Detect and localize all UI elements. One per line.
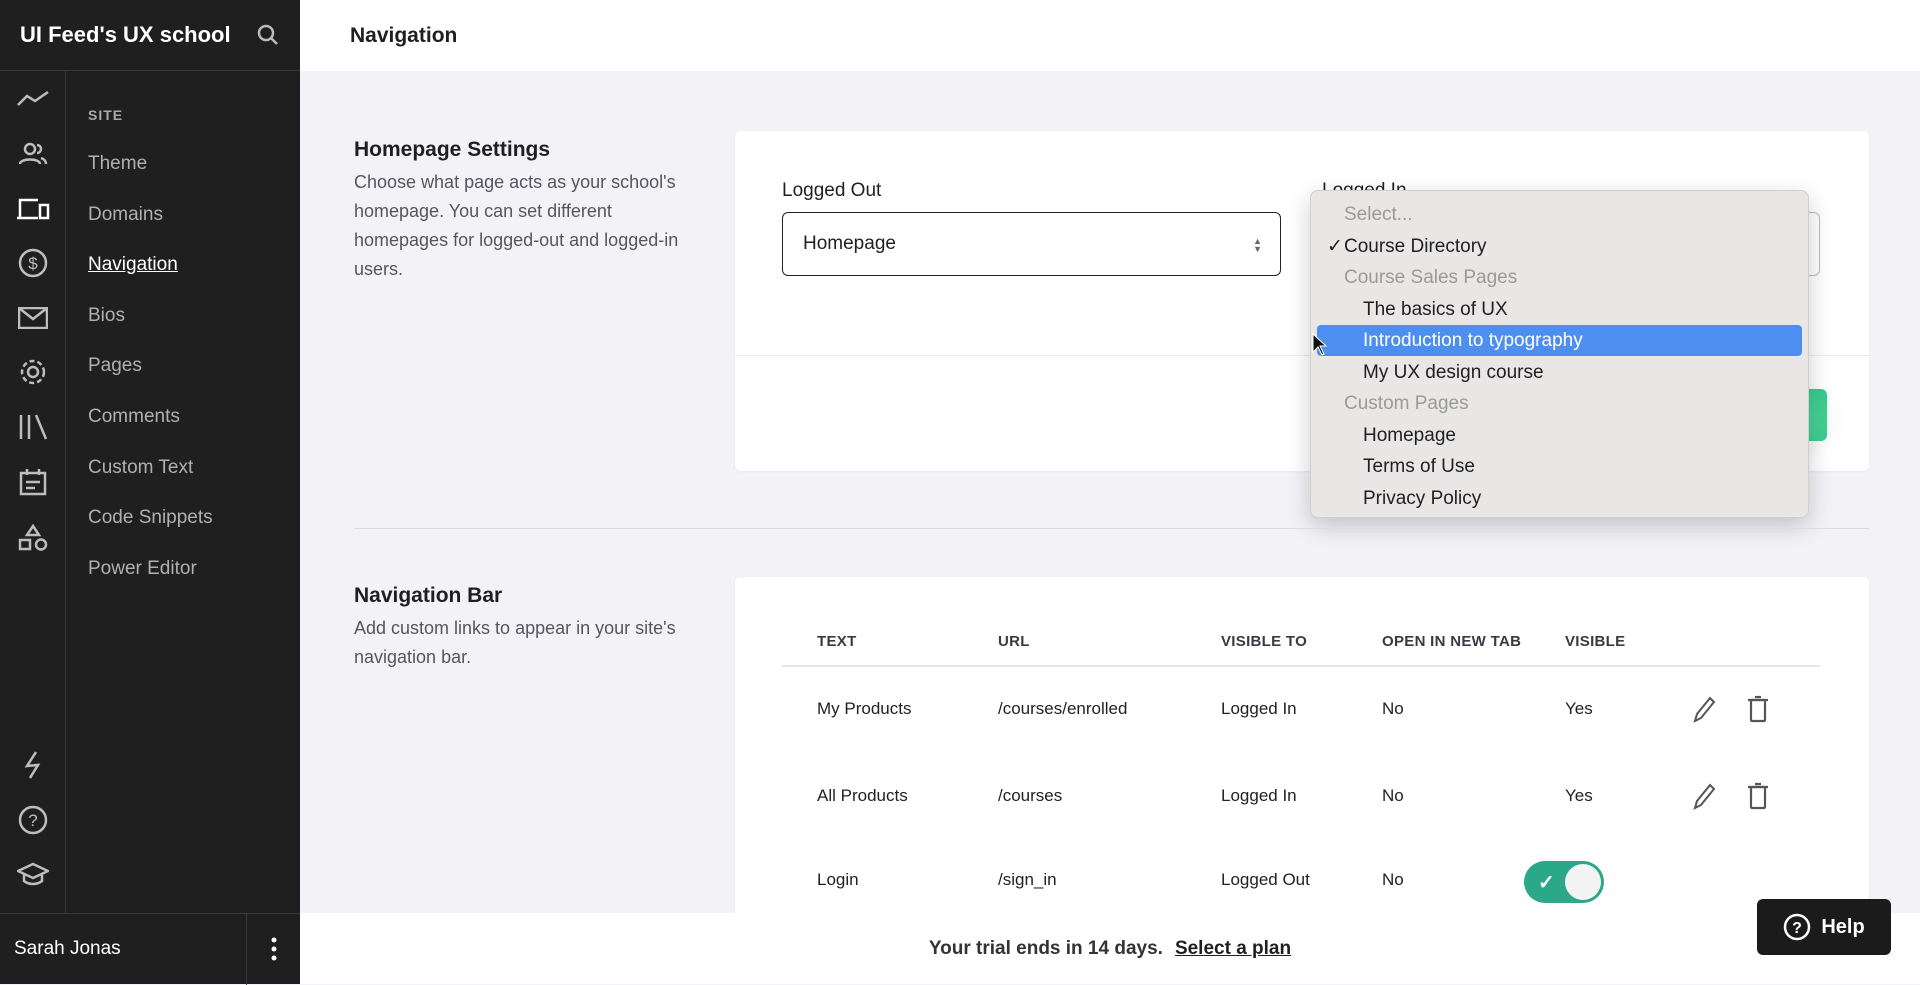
sidebar-item-comments[interactable]: Comments	[88, 406, 180, 428]
sidebar-item-theme[interactable]: Theme	[88, 153, 147, 175]
sidebar-item-pages[interactable]: Pages	[88, 355, 142, 377]
shapes-icon[interactable]	[15, 520, 51, 556]
select-arrows-icon: ▲ ▼	[1253, 236, 1262, 254]
calendar-icon[interactable]	[15, 464, 51, 500]
icon-rail: $ ?	[0, 71, 66, 913]
help-icon[interactable]: ?	[15, 802, 51, 838]
page-title: Navigation	[300, 0, 1920, 71]
sidebar: UI Feed's UX school $ ? SITE Theme Domai…	[0, 0, 300, 985]
cell-text: My Products	[817, 699, 912, 718]
analytics-icon[interactable]	[15, 81, 51, 117]
sidebar-item-domains[interactable]: Domains	[88, 204, 163, 226]
help-button[interactable]: ? Help	[1757, 899, 1891, 955]
column-url: URL	[998, 633, 1030, 650]
option-my-ux-design-course[interactable]: My UX design course	[1317, 357, 1802, 388]
cell-text: Login	[817, 870, 859, 889]
navigation-bar-title: Navigation Bar	[354, 584, 503, 607]
users-icon[interactable]	[15, 136, 51, 172]
check-icon: ✓	[1538, 872, 1555, 894]
trial-text: Your trial ends in 14 days.	[928, 937, 1163, 959]
lightning-icon[interactable]	[15, 747, 51, 783]
option-basics-of-ux[interactable]: The basics of UX	[1317, 294, 1802, 325]
logged-out-select[interactable]: Homepage ▲ ▼	[782, 212, 1281, 276]
sidebar-item-navigation[interactable]: Navigation	[88, 254, 178, 276]
cell-visible-to: Logged In	[1221, 786, 1297, 805]
cell-url: /courses/enrolled	[998, 699, 1128, 718]
homepage-settings-description: Choose what page acts as your school's h…	[354, 172, 679, 279]
table-header-divider	[782, 665, 1820, 667]
cell-url: /courses	[998, 786, 1063, 805]
option-homepage[interactable]: Homepage	[1317, 420, 1802, 451]
sidebar-header: UI Feed's UX school	[0, 0, 300, 71]
sidebar-item-bios[interactable]: Bios	[88, 305, 125, 327]
help-icon: ?	[1784, 913, 1811, 941]
section-divider	[354, 528, 1869, 529]
select-plan-link[interactable]: Select a plan	[1175, 938, 1291, 960]
help-label: Help	[1821, 915, 1865, 938]
devices-icon[interactable]	[15, 191, 51, 227]
cell-text: All Products	[817, 786, 908, 805]
edit-icon[interactable]	[1691, 695, 1717, 723]
cell-visible-to: Logged Out	[1221, 870, 1310, 889]
more-options-icon[interactable]	[246, 913, 300, 985]
search-icon[interactable]	[256, 23, 280, 47]
svg-text:?: ?	[1792, 920, 1802, 937]
option-introduction-to-typography[interactable]: Introduction to typography	[1317, 325, 1802, 356]
group-course-sales-pages: Course Sales Pages	[1344, 266, 1518, 288]
cell-visible-to: Logged In	[1221, 699, 1297, 718]
sidebar-item-custom-text[interactable]: Custom Text	[88, 457, 193, 479]
column-open-in-new-tab: OPEN IN NEW TAB	[1382, 633, 1522, 650]
school-title: UI Feed's UX school	[20, 22, 231, 47]
cell-new-tab: No	[1382, 786, 1404, 805]
user-bar: Sarah Jonas	[0, 913, 300, 985]
logged-out-value: Homepage	[803, 233, 896, 254]
logged-in-dropdown: Select... ✓ Course Directory Course Sales…	[1310, 190, 1809, 518]
svg-text:?: ?	[28, 811, 37, 830]
submenu-heading: SITE	[88, 107, 124, 123]
cell-visible: Yes	[1565, 699, 1593, 718]
trial-banner: Your trial ends in 14 days. Select a pla…	[300, 913, 1920, 984]
check-icon: ✓	[1327, 236, 1343, 257]
column-visible: VISIBLE	[1565, 633, 1626, 650]
toggle-knob	[1565, 864, 1601, 900]
cell-new-tab: No	[1382, 870, 1404, 889]
column-text: TEXT	[817, 633, 857, 650]
group-custom-pages: Custom Pages	[1344, 392, 1469, 414]
sidebar-item-code-snippets[interactable]: Code Snippets	[88, 507, 213, 529]
cell-url: /sign_in	[998, 870, 1057, 889]
option-terms-of-use[interactable]: Terms of Use	[1317, 451, 1802, 482]
cell-new-tab: No	[1382, 699, 1404, 718]
logged-out-label: Logged Out	[782, 180, 882, 201]
gear-icon[interactable]	[15, 354, 51, 390]
option-placeholder[interactable]: Select...	[1317, 199, 1802, 230]
mouse-cursor-icon	[1312, 333, 1328, 356]
column-visible-to: VISIBLE TO	[1221, 633, 1308, 650]
user-name[interactable]: Sarah Jonas	[0, 938, 246, 960]
trash-icon[interactable]	[1747, 695, 1769, 723]
graduation-cap-icon[interactable]	[15, 856, 51, 892]
cell-visible: Yes	[1565, 786, 1593, 805]
option-privacy-policy[interactable]: Privacy Policy	[1317, 483, 1802, 514]
mail-icon[interactable]	[15, 300, 51, 336]
library-icon[interactable]	[15, 409, 51, 445]
navigation-bar-description: Add custom links to appear in your site'…	[354, 618, 676, 667]
dollar-icon[interactable]: $	[15, 245, 51, 281]
sidebar-item-power-editor[interactable]: Power Editor	[88, 558, 197, 580]
option-course-directory[interactable]: ✓ Course Directory	[1317, 231, 1802, 262]
svg-text:$: $	[28, 254, 38, 273]
trash-icon[interactable]	[1747, 782, 1769, 810]
edit-icon[interactable]	[1691, 782, 1717, 810]
homepage-settings-title: Homepage Settings	[354, 138, 551, 161]
visible-toggle[interactable]: ✓	[1524, 861, 1604, 903]
